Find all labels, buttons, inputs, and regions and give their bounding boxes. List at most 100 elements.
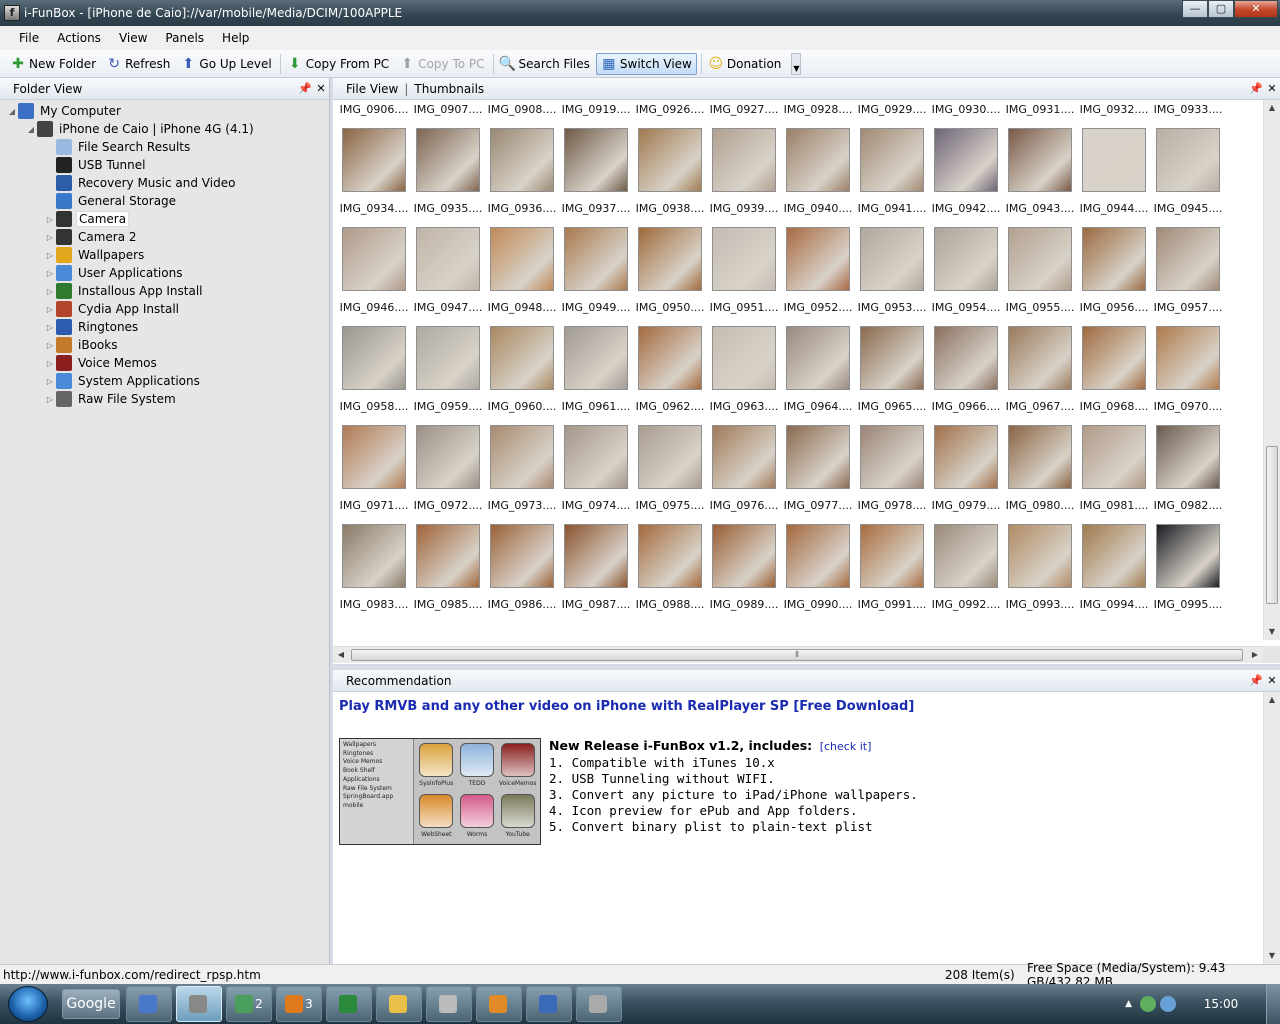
thumbnail-item[interactable]: IMG_0935.... <box>411 126 485 225</box>
horizontal-scrollbar[interactable]: ◀ ⦀ ▶ <box>333 646 1263 663</box>
tree-item-raw-file-system[interactable]: ▷ Raw File System <box>0 390 329 408</box>
maximize-button[interactable]: ▢ <box>1208 0 1234 18</box>
expander-icon[interactable]: ▷ <box>44 233 56 242</box>
expander-icon[interactable]: ▷ <box>44 269 56 278</box>
taskbar-button-paint[interactable] <box>576 986 622 1022</box>
network-status-icon[interactable] <box>1140 996 1156 1012</box>
tree-item-installous-app-install[interactable]: ▷ Installous App Install <box>0 282 329 300</box>
taskbar-button-explorer[interactable] <box>376 986 422 1022</box>
app-icon[interactable]: f <box>4 5 20 21</box>
vertical-scrollbar[interactable]: ▲ ▼ <box>1263 100 1280 640</box>
expander-icon[interactable]: ◢ <box>25 125 37 134</box>
thumbnail-item[interactable]: IMG_0985.... <box>411 522 485 621</box>
go-up-level-button[interactable]: ⬆ Go Up Level <box>176 53 275 75</box>
thumbnail-item[interactable]: IMG_0970.... <box>1151 324 1225 423</box>
check-it-link[interactable]: [check it] <box>820 740 872 753</box>
thumbnail-item[interactable]: IMG_0993.... <box>1003 522 1077 621</box>
taskbar-button-printer[interactable] <box>426 986 472 1022</box>
close-panel-icon[interactable]: ✕ <box>313 82 329 95</box>
switch-view-button[interactable]: ▦ Switch View <box>595 52 697 75</box>
thumbnail-item[interactable]: IMG_0977.... <box>781 423 855 522</box>
expander-icon[interactable]: ▷ <box>44 377 56 386</box>
thumbnail-item[interactable]: IMG_0943.... <box>1003 126 1077 225</box>
thumbnail-item[interactable]: IMG_0990.... <box>781 522 855 621</box>
thumbnail-item[interactable]: IMG_0945.... <box>1151 126 1225 225</box>
expander-icon[interactable]: ▷ <box>44 395 56 404</box>
thumbnail-item[interactable]: IMG_0944.... <box>1077 126 1151 225</box>
menu-help[interactable]: Help <box>213 31 258 45</box>
thumbnail-item[interactable]: IMG_0961.... <box>559 324 633 423</box>
thumbnail-item[interactable]: IMG_0982.... <box>1151 423 1225 522</box>
recommendation-scrollbar[interactable]: ▲ ▼ <box>1263 692 1280 964</box>
thumbnail-item[interactable]: IMG_0947.... <box>411 225 485 324</box>
menu-view[interactable]: View <box>110 31 156 45</box>
thumbnail-item[interactable]: IMG_0979.... <box>929 423 1003 522</box>
thumbnail-item[interactable]: IMG_0994.... <box>1077 522 1151 621</box>
thumbnail-item[interactable]: IMG_0963.... <box>707 324 781 423</box>
thumbnail-item[interactable]: IMG_0953.... <box>855 225 929 324</box>
google-toolbar-button[interactable]: Google <box>62 989 120 1019</box>
close-button[interactable]: ✕ <box>1234 0 1278 18</box>
thumbnail-item[interactable]: IMG_0992.... <box>929 522 1003 621</box>
expander-icon[interactable]: ▷ <box>44 287 56 296</box>
thumbnail-item[interactable]: IMG_0971.... <box>337 423 411 522</box>
tree-item-camera[interactable]: ▷ Camera <box>0 210 329 228</box>
tree-item-system-applications[interactable]: ▷ System Applications <box>0 372 329 390</box>
scroll-right-arrow[interactable]: ▶ <box>1247 647 1263 663</box>
expander-icon[interactable]: ◢ <box>6 107 18 116</box>
thumbnail-item[interactable]: IMG_0995.... <box>1151 522 1225 621</box>
tree-item-camera-2[interactable]: ▷ Camera 2 <box>0 228 329 246</box>
thumbnail-item[interactable]: IMG_0939.... <box>707 126 781 225</box>
thumbnail-item[interactable]: IMG_0964.... <box>781 324 855 423</box>
thumbnail-item[interactable]: IMG_0942.... <box>929 126 1003 225</box>
thumbnail-item[interactable]: IMG_0934.... <box>337 126 411 225</box>
realplayer-link[interactable]: Play RMVB and any other video on iPhone … <box>339 699 914 714</box>
thumbnail-item[interactable]: IMG_0965.... <box>855 324 929 423</box>
thumbnail-item[interactable]: IMG_0954.... <box>929 225 1003 324</box>
thumbnail-item[interactable]: IMG_0938.... <box>633 126 707 225</box>
thumbnail-item[interactable]: IMG_0950.... <box>633 225 707 324</box>
thumbnail-item[interactable]: IMG_0957.... <box>1151 225 1225 324</box>
thumbnail-item[interactable]: IMG_0908.... <box>485 100 559 126</box>
thumbnail-item[interactable]: IMG_0927.... <box>707 100 781 126</box>
thumbnail-item[interactable]: IMG_0989.... <box>707 522 781 621</box>
close-panel-icon[interactable]: ✕ <box>1264 674 1280 687</box>
scroll-up-arrow[interactable]: ▲ <box>1264 692 1280 708</box>
tree-item-wallpapers[interactable]: ▷ Wallpapers <box>0 246 329 264</box>
taskbar-button-firefox[interactable]: 3 <box>276 986 322 1022</box>
close-panel-icon[interactable]: ✕ <box>1264 82 1280 95</box>
thumbnail-item[interactable]: IMG_0988.... <box>633 522 707 621</box>
clock[interactable]: 15:00 <box>1190 997 1252 1011</box>
tree-item-cydia-app-install[interactable]: ▷ Cydia App Install <box>0 300 329 318</box>
tree-item-my-computer[interactable]: ◢ My Computer <box>0 102 329 120</box>
scrollbar-thumb[interactable] <box>1266 446 1278 604</box>
tree-item-ringtones[interactable]: ▷ Ringtones <box>0 318 329 336</box>
thumbnail-item[interactable]: IMG_0987.... <box>559 522 633 621</box>
thumbnail-item[interactable]: IMG_0936.... <box>485 126 559 225</box>
thumbnail-item[interactable]: IMG_0973.... <box>485 423 559 522</box>
show-desktop-button[interactable] <box>1266 984 1280 1024</box>
scroll-down-arrow[interactable]: ▼ <box>1264 624 1280 640</box>
tree-item-recovery-music-and-video[interactable]: Recovery Music and Video <box>0 174 329 192</box>
thumbnail-item[interactable]: IMG_0930.... <box>929 100 1003 126</box>
taskbar-button-itunes[interactable] <box>126 986 172 1022</box>
new-folder-button[interactable]: ✚ New Folder <box>6 53 100 75</box>
minimize-button[interactable]: — <box>1182 0 1208 18</box>
menu-file[interactable]: File <box>10 31 48 45</box>
thumbnail-item[interactable]: IMG_0967.... <box>1003 324 1077 423</box>
tree-item-usb-tunnel[interactable]: USB Tunnel <box>0 156 329 174</box>
thumbnail-item[interactable]: IMG_0980.... <box>1003 423 1077 522</box>
ifunbox-preview-image[interactable]: Wallpapers Ringtones Voice Memos Book Shelf… <box>339 738 541 845</box>
expander-icon[interactable]: ▷ <box>44 359 56 368</box>
thumbnail-item[interactable]: IMG_0955.... <box>1003 225 1077 324</box>
thumbnail-item[interactable]: IMG_0948.... <box>485 225 559 324</box>
expander-icon[interactable]: ▷ <box>44 251 56 260</box>
taskbar-button-ifunbox[interactable] <box>176 986 222 1022</box>
thumbnail-item[interactable]: IMG_0983.... <box>337 522 411 621</box>
search-files-button[interactable]: 🔍 Search Files <box>496 53 594 75</box>
thumbnail-item[interactable]: IMG_0933.... <box>1151 100 1225 126</box>
tree-item-voice-memos[interactable]: ▷ Voice Memos <box>0 354 329 372</box>
taskbar-button-media[interactable] <box>476 986 522 1022</box>
thumbnail-item[interactable]: IMG_0959.... <box>411 324 485 423</box>
toolbar-overflow-button[interactable]: ▼ <box>791 52 802 75</box>
